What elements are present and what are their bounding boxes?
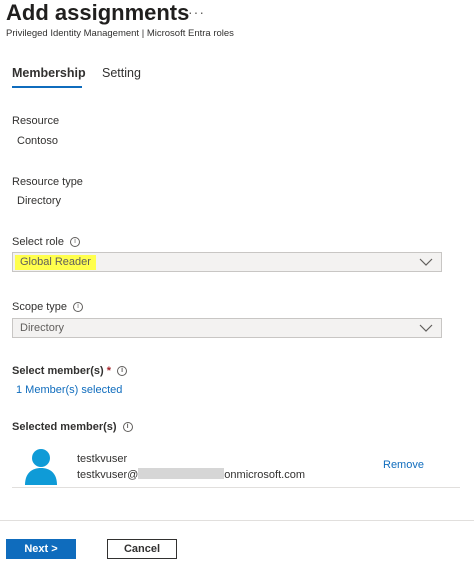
selected-members-label-text: Selected member(s)	[12, 421, 117, 433]
ellipsis-icon[interactable]: ···	[188, 4, 205, 20]
select-role-label-text: Select role	[12, 236, 64, 248]
scope-type-label: Scope type i	[12, 301, 84, 313]
redacted-block	[138, 468, 225, 479]
remove-member-link[interactable]: Remove	[383, 459, 424, 471]
chevron-down-icon	[419, 258, 433, 266]
member-email: testkvuser@ onmicrosoft.com	[77, 468, 305, 481]
info-icon[interactable]: i	[69, 237, 80, 248]
member-email-prefix: testkvuser@	[77, 469, 139, 481]
resource-value: Contoso	[17, 135, 58, 147]
select-role-value: Global Reader	[15, 255, 96, 270]
select-role-dropdown[interactable]: Global Reader	[12, 252, 442, 272]
scope-type-label-text: Scope type	[12, 301, 68, 313]
footer-divider	[0, 520, 474, 521]
select-members-label-text: Select member(s)	[12, 365, 104, 377]
resource-type-label: Resource type	[12, 176, 83, 188]
resource-label: Resource	[12, 115, 60, 127]
chevron-down-icon	[419, 324, 433, 332]
user-avatar-icon	[25, 449, 57, 485]
info-icon[interactable]: i	[122, 422, 133, 433]
member-name: testkvuser	[77, 453, 128, 465]
scope-type-value: Directory	[20, 322, 65, 334]
tab-membership[interactable]: Membership	[12, 66, 86, 80]
page-title: Add assignments	[6, 0, 190, 25]
select-members-label: Select member(s) * i	[12, 365, 128, 377]
tab-selected-indicator	[12, 86, 82, 88]
tab-setting[interactable]: Setting	[102, 66, 141, 80]
member-email-suffix: onmicrosoft.com	[224, 469, 305, 481]
select-role-label: Select role i	[12, 236, 80, 248]
breadcrumb-subtitle: Privileged Identity Management | Microso…	[6, 28, 234, 39]
resource-type-value: Directory	[17, 195, 62, 207]
scope-type-dropdown[interactable]: Directory	[12, 318, 442, 338]
info-icon[interactable]: i	[117, 366, 128, 377]
cancel-button[interactable]: Cancel	[107, 539, 177, 559]
next-button[interactable]: Next >	[6, 539, 76, 559]
list-item: testkvuser testkvuser@ onmicrosoft.com Re…	[12, 444, 460, 488]
members-selected-link[interactable]: 1 Member(s) selected	[16, 384, 122, 396]
info-icon[interactable]: i	[73, 302, 84, 313]
selected-members-label: Selected member(s) i	[12, 421, 133, 433]
required-indicator: *	[106, 365, 112, 377]
